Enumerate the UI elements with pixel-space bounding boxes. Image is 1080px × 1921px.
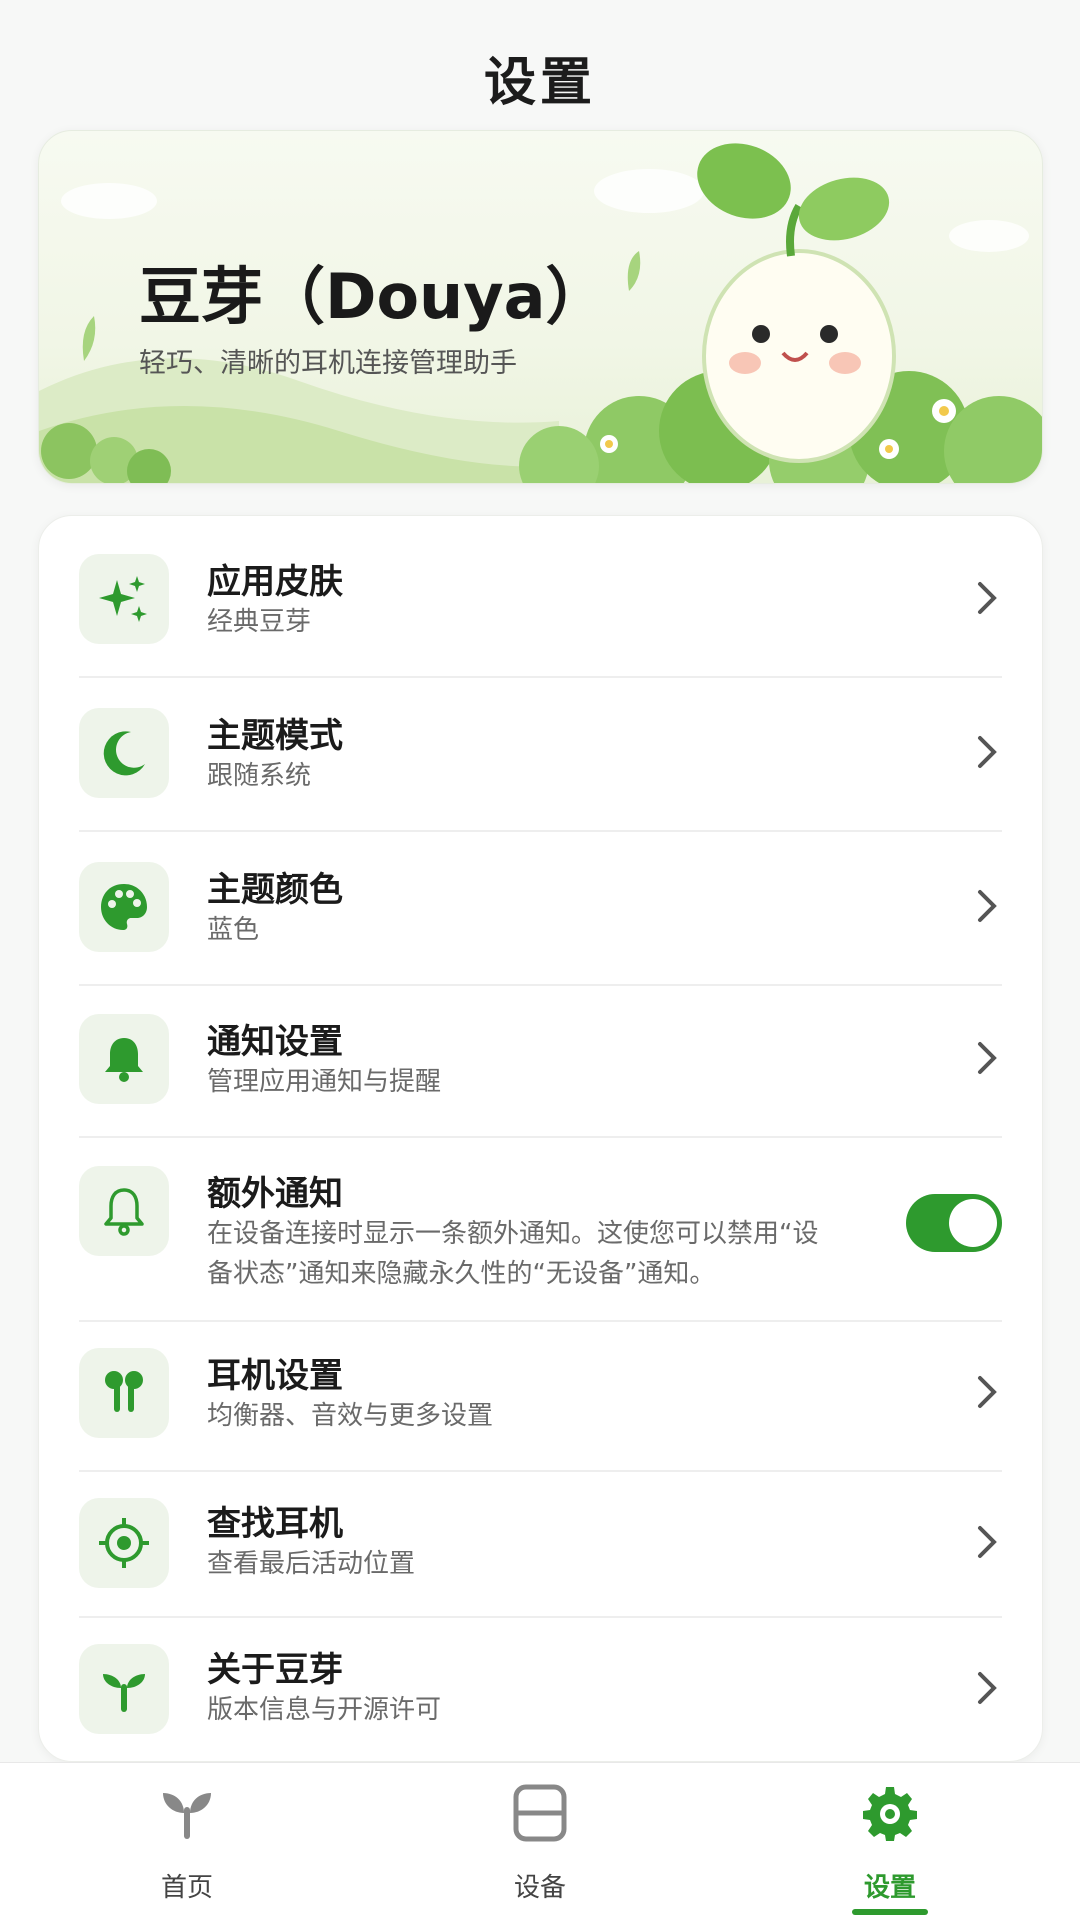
setting-app-skin[interactable]: 应用皮肤 经典豆芽	[79, 516, 1002, 678]
toggle-knob	[949, 1199, 997, 1247]
locate-icon	[79, 1498, 169, 1588]
bottom-nav: 首页 设备 设置	[0, 1762, 1080, 1921]
setting-title: 通知设置	[207, 1022, 343, 1062]
sprout-icon	[163, 1793, 211, 1839]
setting-title: 查找耳机	[207, 1504, 343, 1544]
nav-label: 设置	[863, 1873, 916, 1903]
chevron-right-icon	[978, 736, 997, 768]
setting-title: 耳机设置	[207, 1356, 343, 1396]
chevron-right-icon	[978, 890, 997, 922]
setting-subtitle: 版本信息与开源许可	[207, 1695, 442, 1725]
chevron-right-icon	[978, 1526, 997, 1558]
setting-title: 主题颜色	[207, 870, 343, 910]
hero-title: 豆芽（Douya）	[139, 260, 608, 333]
setting-subtitle: 经典豆芽	[207, 607, 312, 637]
palette-icon	[79, 862, 169, 952]
hero-subtitle: 轻巧、清晰的耳机连接管理助手	[139, 348, 517, 379]
settings-list: 应用皮肤 经典豆芽 主题模式 跟随系统 主题颜色 蓝色 通知设置 管理应用通知与…	[38, 515, 1043, 1762]
setting-earbuds[interactable]: 耳机设置 均衡器、音效与更多设置	[79, 1320, 1002, 1472]
sparkle-icon	[79, 554, 169, 644]
chevron-right-icon	[978, 1042, 997, 1074]
setting-title: 主题模式	[207, 716, 343, 756]
chevron-right-icon	[978, 1376, 997, 1408]
bell-icon	[79, 1014, 169, 1104]
setting-title: 额外通知	[207, 1174, 343, 1214]
nav-settings[interactable]: 设置	[790, 1763, 990, 1921]
setting-title: 应用皮肤	[207, 562, 343, 602]
chevron-right-icon	[978, 582, 997, 614]
setting-subtitle: 在设备连接时显示一条额外通知。这使您可以禁用“设	[207, 1219, 819, 1249]
setting-subtitle: 跟随系统	[207, 761, 312, 791]
setting-subtitle: 蓝色	[207, 915, 260, 945]
gear-icon	[863, 1787, 917, 1841]
setting-notifications[interactable]: 通知设置 管理应用通知与提醒	[79, 984, 1002, 1138]
setting-theme-mode[interactable]: 主题模式 跟随系统	[79, 676, 1002, 832]
device-icon	[513, 1784, 567, 1842]
earbuds-icon	[79, 1348, 169, 1438]
nav-devices[interactable]: 设备	[440, 1763, 640, 1921]
setting-title: 关于豆芽	[207, 1650, 343, 1690]
setting-subtitle: 管理应用通知与提醒	[207, 1067, 442, 1097]
page-title: 设置	[483, 53, 596, 113]
setting-about[interactable]: 关于豆芽 版本信息与开源许可	[79, 1616, 1002, 1761]
nav-label: 首页	[160, 1873, 213, 1903]
nav-active-indicator	[852, 1909, 928, 1915]
setting-subtitle: 均衡器、音效与更多设置	[207, 1401, 494, 1431]
bell-outline-icon	[79, 1166, 169, 1256]
sprout-icon	[79, 1644, 169, 1734]
moon-icon	[79, 708, 169, 798]
nav-label: 设备	[513, 1873, 566, 1903]
setting-subtitle: 查看最后活动位置	[207, 1549, 416, 1579]
nav-home[interactable]: 首页	[87, 1763, 287, 1921]
extra-notification-toggle[interactable]	[906, 1194, 1002, 1252]
setting-extra-notification: 额外通知 在设备连接时显示一条额外通知。这使您可以禁用“设 备状态”通知来隐藏永…	[79, 1136, 1002, 1322]
setting-find-earbuds[interactable]: 查找耳机 查看最后活动位置	[79, 1470, 1002, 1618]
setting-subtitle: 备状态”通知来隐藏永久性的“无设备”通知。	[207, 1259, 716, 1289]
setting-theme-color[interactable]: 主题颜色 蓝色	[79, 830, 1002, 986]
hero-banner: 豆芽（Douya） 轻巧、清晰的耳机连接管理助手	[38, 130, 1043, 484]
chevron-right-icon	[978, 1672, 997, 1704]
